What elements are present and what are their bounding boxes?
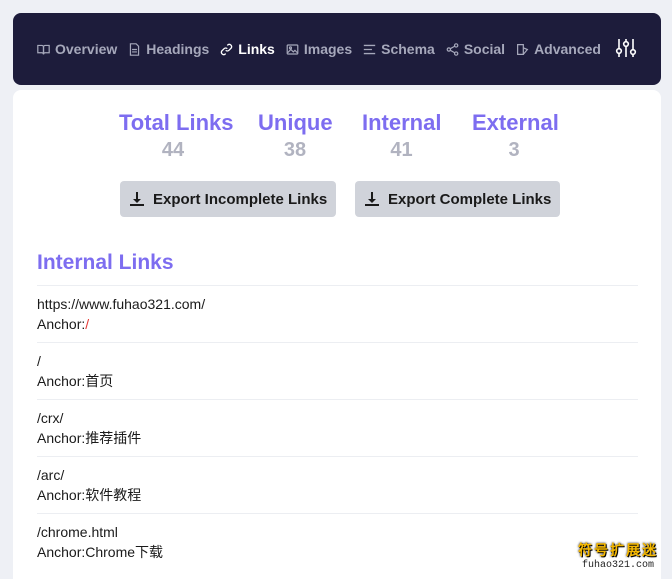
stat-value: 41: [390, 139, 413, 161]
stat-label: Total Links: [119, 110, 234, 135]
document-icon: [130, 42, 140, 56]
export-incomplete-label: Export Incomplete Links: [153, 190, 328, 208]
stat-value: 3: [508, 139, 520, 161]
stat-value: 38: [283, 139, 307, 161]
nav-label-overview: Overview: [55, 41, 118, 57]
image-icon: [286, 43, 299, 55]
export-complete-links-button[interactable]: Export Complete Links: [355, 181, 561, 217]
anchor-text: /: [85, 316, 90, 332]
anchor-text: 首页: [85, 373, 114, 389]
list-icon: [363, 44, 376, 54]
export-incomplete-links-button[interactable]: Export Incomplete Links: [120, 181, 337, 217]
stat-label: External: [472, 110, 559, 135]
nav-item-images[interactable]: Images: [286, 41, 352, 57]
nav-item-links[interactable]: Links: [220, 41, 275, 57]
share-icon: [446, 42, 459, 56]
link-url[interactable]: /chrome.html: [37, 522, 638, 542]
link-anchor: Anchor:软件教程: [37, 485, 638, 505]
list-item: https://www.fuhao321.com/ Anchor:/: [37, 285, 638, 342]
nav-item-advanced[interactable]: Advanced: [516, 41, 601, 57]
anchor-label: Anchor:: [37, 373, 86, 389]
section-title: Internal Links: [37, 251, 174, 274]
sliders-icon[interactable]: [615, 37, 637, 59]
link-anchor: Anchor:/: [37, 314, 638, 334]
list-item: /chrome.html Anchor:Chrome下载: [37, 513, 638, 570]
anchor-label: Anchor:: [37, 316, 86, 332]
anchor-label: Anchor:: [37, 487, 86, 503]
link-url[interactable]: https://www.fuhao321.com/: [37, 294, 638, 314]
links-panel: Total Links 44 Unique 38 Internal 41 Ext…: [13, 90, 661, 579]
export-complete-label: Export Complete Links: [388, 190, 552, 208]
link-icon: [221, 43, 233, 55]
anchor-text: Chrome下载: [85, 544, 164, 560]
stat-unique: Unique 38: [258, 110, 333, 162]
advanced-icon: [517, 43, 529, 55]
nav-item-social[interactable]: Social: [446, 41, 505, 57]
stat-external: External 3: [472, 110, 559, 162]
stat-label: Unique: [258, 110, 333, 135]
download-icon: [130, 192, 144, 206]
nav-label-social: Social: [463, 41, 506, 57]
nav-item-overview[interactable]: Overview: [37, 41, 117, 57]
link-stats: Total Links 44 Unique 38 Internal 41 Ext…: [13, 110, 661, 170]
top-nav: Overview Headings Links Images Schema So…: [13, 13, 661, 85]
list-item: / Anchor:首页: [37, 342, 638, 399]
anchor-text: 推荐插件: [85, 430, 142, 446]
nav-item-schema[interactable]: Schema: [363, 41, 435, 57]
list-item: /arc/ Anchor:软件教程: [37, 456, 638, 513]
nav-label-headings: Headings: [146, 41, 210, 57]
book-icon: [37, 44, 50, 54]
site-watermark: 符号扩展迷 fuhao321.com: [578, 540, 658, 571]
link-url[interactable]: /arc/: [37, 465, 638, 485]
nav-label-advanced: Advanced: [534, 41, 601, 57]
anchor-label: Anchor:: [37, 544, 86, 560]
link-anchor: Anchor:Chrome下载: [37, 542, 638, 562]
stat-total-links: Total Links 44: [119, 110, 234, 162]
link-anchor: Anchor:首页: [37, 371, 638, 391]
stat-value: 44: [161, 139, 185, 161]
link-url[interactable]: /crx/: [37, 408, 638, 428]
internal-links-list: https://www.fuhao321.com/ Anchor:/ / Anc…: [37, 285, 638, 570]
download-icon: [365, 192, 379, 206]
anchor-text: 软件教程: [85, 487, 142, 503]
watermark-title: 符号扩展迷: [578, 542, 658, 558]
nav-label-links: Links: [238, 41, 275, 57]
watermark-url: fuhao321.com: [581, 560, 654, 571]
nav-label-images: Images: [303, 41, 353, 57]
link-anchor: Anchor:推荐插件: [37, 428, 638, 448]
stat-internal: Internal 41: [362, 110, 441, 162]
nav-item-headings[interactable]: Headings: [128, 41, 209, 57]
anchor-label: Anchor:: [37, 430, 86, 446]
list-item: /crx/ Anchor:推荐插件: [37, 399, 638, 456]
nav-label-schema: Schema: [381, 41, 435, 57]
stat-label: Internal: [362, 110, 442, 135]
link-url[interactable]: /: [37, 351, 638, 371]
